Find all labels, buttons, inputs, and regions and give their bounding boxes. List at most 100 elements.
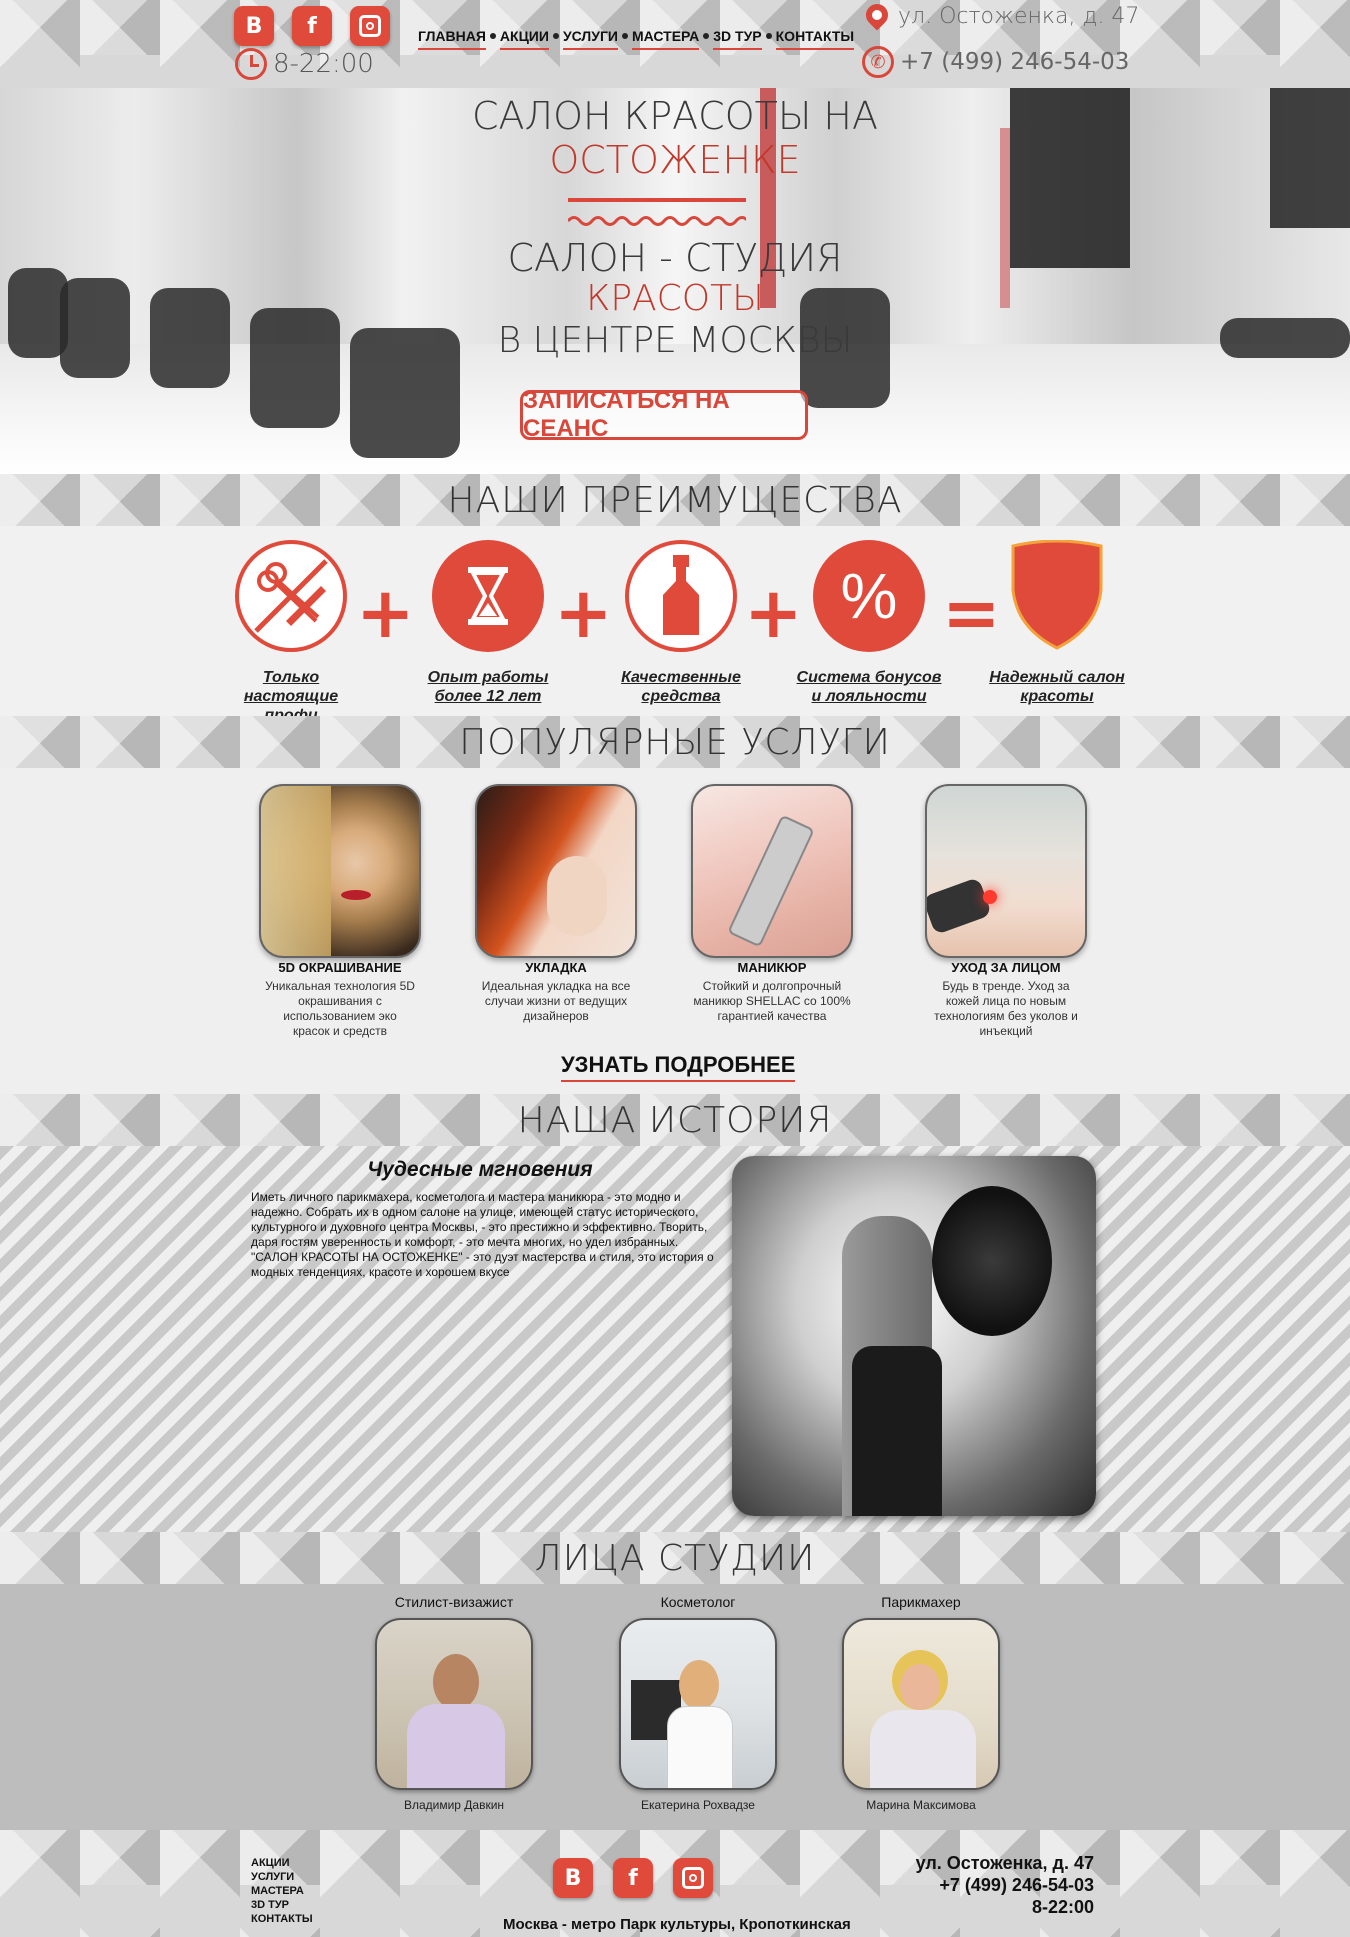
bottle-icon <box>625 540 737 652</box>
working-hours: 8-22:00 <box>235 48 374 80</box>
advantage-label-3b[interactable]: средства <box>641 688 720 705</box>
nav-masters[interactable]: МАСТЕРА <box>631 28 700 50</box>
footer-nav-promotions[interactable]: АКЦИИ <box>251 1856 313 1870</box>
advantage-label-2b[interactable]: более 12 лет <box>435 688 542 705</box>
location-pin-icon <box>861 0 893 31</box>
facebook-icon[interactable]: f <box>613 1858 653 1898</box>
history-photo <box>732 1156 1096 1516</box>
advantage-label-1a[interactable]: Только настоящие <box>244 669 338 705</box>
team-name: Владимир Давкин <box>403 1798 505 1812</box>
footer-nav-services[interactable]: УСЛУГИ <box>251 1870 313 1884</box>
instagram-icon[interactable] <box>350 6 390 46</box>
service-desc: Идеальная укладка на все случаи жизни от… <box>481 979 631 1023</box>
advantage-bonuses: % Система бонусов и лояльности <box>794 540 944 706</box>
footer-address: ул. Остоженка, д. 47 <box>915 1853 1094 1873</box>
advantage-label-4b[interactable]: и лояльности <box>812 688 927 705</box>
team-member-card[interactable]: Стилист-визажист Владимир Давкин <box>354 1594 554 1812</box>
instagram-icon[interactable] <box>673 1858 713 1898</box>
service-image-facial[interactable] <box>925 784 1087 958</box>
footer-nav-contacts[interactable]: КОНТАКТЫ <box>251 1912 313 1926</box>
history-title: НАША ИСТОРИЯ <box>0 1094 1350 1146</box>
service-image-styling[interactable] <box>475 784 637 958</box>
team-member-card[interactable]: Косметолог Екатерина Рохвадзе <box>598 1594 798 1812</box>
footer-nav: АКЦИИ УСЛУГИ МАСТЕРА 3D ТУР КОНТАКТЫ <box>251 1856 313 1926</box>
header-address: ул. Остоженка, д. 47 <box>861 0 1140 31</box>
footer-social: В f <box>553 1858 713 1898</box>
team-name: Екатерина Рохвадзе <box>641 1798 755 1812</box>
plus-operator: + <box>356 572 415 654</box>
footer-metro: Москва - метро Парк культуры, Кропоткинс… <box>503 1916 851 1933</box>
service-title: МАНИКЮР <box>737 960 807 975</box>
advantage-experience: Опыт работы более 12 лет <box>413 540 563 706</box>
nav-home[interactable]: ГЛАВНАЯ <box>418 28 486 50</box>
service-card[interactable]: 5D ОКРАШИВАНИЕ Уникальная технология 5D … <box>240 784 440 1039</box>
team-photo[interactable] <box>842 1618 1000 1790</box>
advantage-pros: Только настоящиепрофи <box>216 540 366 725</box>
history-subtitle: Чудесные мгновения <box>367 1158 593 1181</box>
faces-title: ЛИЦА СТУДИИ <box>0 1532 1350 1584</box>
service-card[interactable]: УКЛАДКА Идеальная укладка на все случаи … <box>456 784 656 1024</box>
percent-icon: % <box>813 540 925 652</box>
service-desc: Стойкий и долгопрочный маникюр SHELLAC с… <box>693 979 851 1023</box>
service-title: 5D ОКРАШИВАНИЕ <box>278 960 402 975</box>
service-image-manicure[interactable] <box>691 784 853 958</box>
team-member-card[interactable]: Парикмахер Марина Максимова <box>821 1594 1021 1812</box>
advantage-label-4a[interactable]: Система бонусов <box>797 669 942 686</box>
header-phone[interactable]: ✆ +7 (499) 246-54-03 <box>862 46 1129 78</box>
team-photo[interactable] <box>619 1618 777 1790</box>
footer-nav-3d-tour[interactable]: 3D ТУР <box>251 1898 313 1912</box>
advantage-label-5b[interactable]: красоты <box>1020 688 1093 705</box>
service-image-coloring[interactable] <box>259 784 421 958</box>
advantage-label-5a[interactable]: Надежный салон <box>989 669 1125 686</box>
footer-phone[interactable]: +7 (499) 246-54-03 <box>916 1874 1094 1896</box>
main-nav: ГЛАВНАЯ АКЦИИ УСЛУГИ МАСТЕРА 3D ТУР КОНТ… <box>418 28 855 50</box>
clock-icon <box>235 48 267 80</box>
hero-line-1: САЛОН КРАСОТЫ НА <box>471 94 878 138</box>
footer-contacts: ул. Остоженка, д. 47 +7 (499) 246-54-03 … <box>916 1852 1094 1918</box>
footer-hours: 8-22:00 <box>1031 1897 1094 1917</box>
hours-text: 8-22:00 <box>273 49 374 79</box>
nav-3d-tour[interactable]: 3D ТУР <box>713 28 762 50</box>
phone-icon: ✆ <box>862 46 894 78</box>
hero-line-4: КРАСОТЫ <box>586 278 764 319</box>
advantage-products: Качественные средства <box>606 540 756 706</box>
nav-promotions[interactable]: АКЦИИ <box>499 28 549 50</box>
learn-more-link[interactable]: УЗНАТЬ ПОДРОБНЕЕ <box>561 1052 796 1082</box>
hero-line-5: В ЦЕНТРЕ МОСКВЫ <box>497 320 853 361</box>
facebook-icon[interactable]: f <box>292 6 332 46</box>
shield-icon <box>1001 540 1113 652</box>
advantages-title: НАШИ ПРЕИМУЩЕСТВА <box>0 474 1350 526</box>
team-name: Марина Максимова <box>866 1798 976 1812</box>
advantage-label-2a[interactable]: Опыт работы <box>428 669 549 686</box>
team-role: Косметолог <box>660 1594 736 1610</box>
hero-line-2: ОСТОЖЕНКЕ <box>549 138 801 182</box>
hero-section: САЛОН КРАСОТЫ НА ОСТОЖЕНКЕ САЛОН - СТУДИ… <box>0 88 1350 474</box>
hero-line-3: САЛОН - СТУДИЯ <box>507 236 843 280</box>
service-title: УХОД ЗА ЛИЦОМ <box>951 960 1061 975</box>
vk-icon[interactable]: В <box>234 6 274 46</box>
services-title: ПОПУЛЯРНЫЕ УСЛУГИ <box>0 716 1350 768</box>
advantage-label-3a[interactable]: Качественные <box>621 669 741 686</box>
team-role: Стилист-визажист <box>394 1594 514 1610</box>
service-card[interactable]: МАНИКЮР Стойкий и долгопрочный маникюр S… <box>672 784 872 1024</box>
hero-wave <box>568 216 746 226</box>
service-card[interactable]: УХОД ЗА ЛИЦОМ Будь в тренде. Уход за кож… <box>906 784 1106 1039</box>
advantages-section: Только настоящиепрофи + Опыт работы более… <box>0 526 1350 724</box>
site-footer: АКЦИИ УСЛУГИ МАСТЕРА 3D ТУР КОНТАКТЫ В f… <box>0 1830 1350 1937</box>
phone-text[interactable]: +7 (499) 246-54-03 <box>900 49 1129 75</box>
plus-operator: + <box>554 572 613 654</box>
address-text: ул. Остоженка, д. 47 <box>898 4 1140 29</box>
hero-divider <box>568 198 746 202</box>
header-social: В f <box>234 6 390 46</box>
advantage-reliable: Надежный салон красоты <box>982 540 1132 706</box>
service-desc: Будь в тренде. Уход за кожей лица по нов… <box>934 979 1078 1038</box>
team-section: Стилист-визажист Владимир Давкин Космето… <box>0 1584 1350 1830</box>
book-session-button[interactable]: ЗАПИСАТЬСЯ НА СЕАНС <box>520 387 808 442</box>
nav-contacts[interactable]: КОНТАКТЫ <box>775 28 855 50</box>
nav-services[interactable]: УСЛУГИ <box>562 28 618 50</box>
site-header: В f 8-22:00 ГЛАВНАЯ АКЦИИ УСЛУГИ МАСТЕРА… <box>0 0 1350 88</box>
vk-icon[interactable]: В <box>553 1858 593 1898</box>
hourglass-icon <box>432 540 544 652</box>
footer-nav-masters[interactable]: МАСТЕРА <box>251 1884 313 1898</box>
team-photo[interactable] <box>375 1618 533 1790</box>
